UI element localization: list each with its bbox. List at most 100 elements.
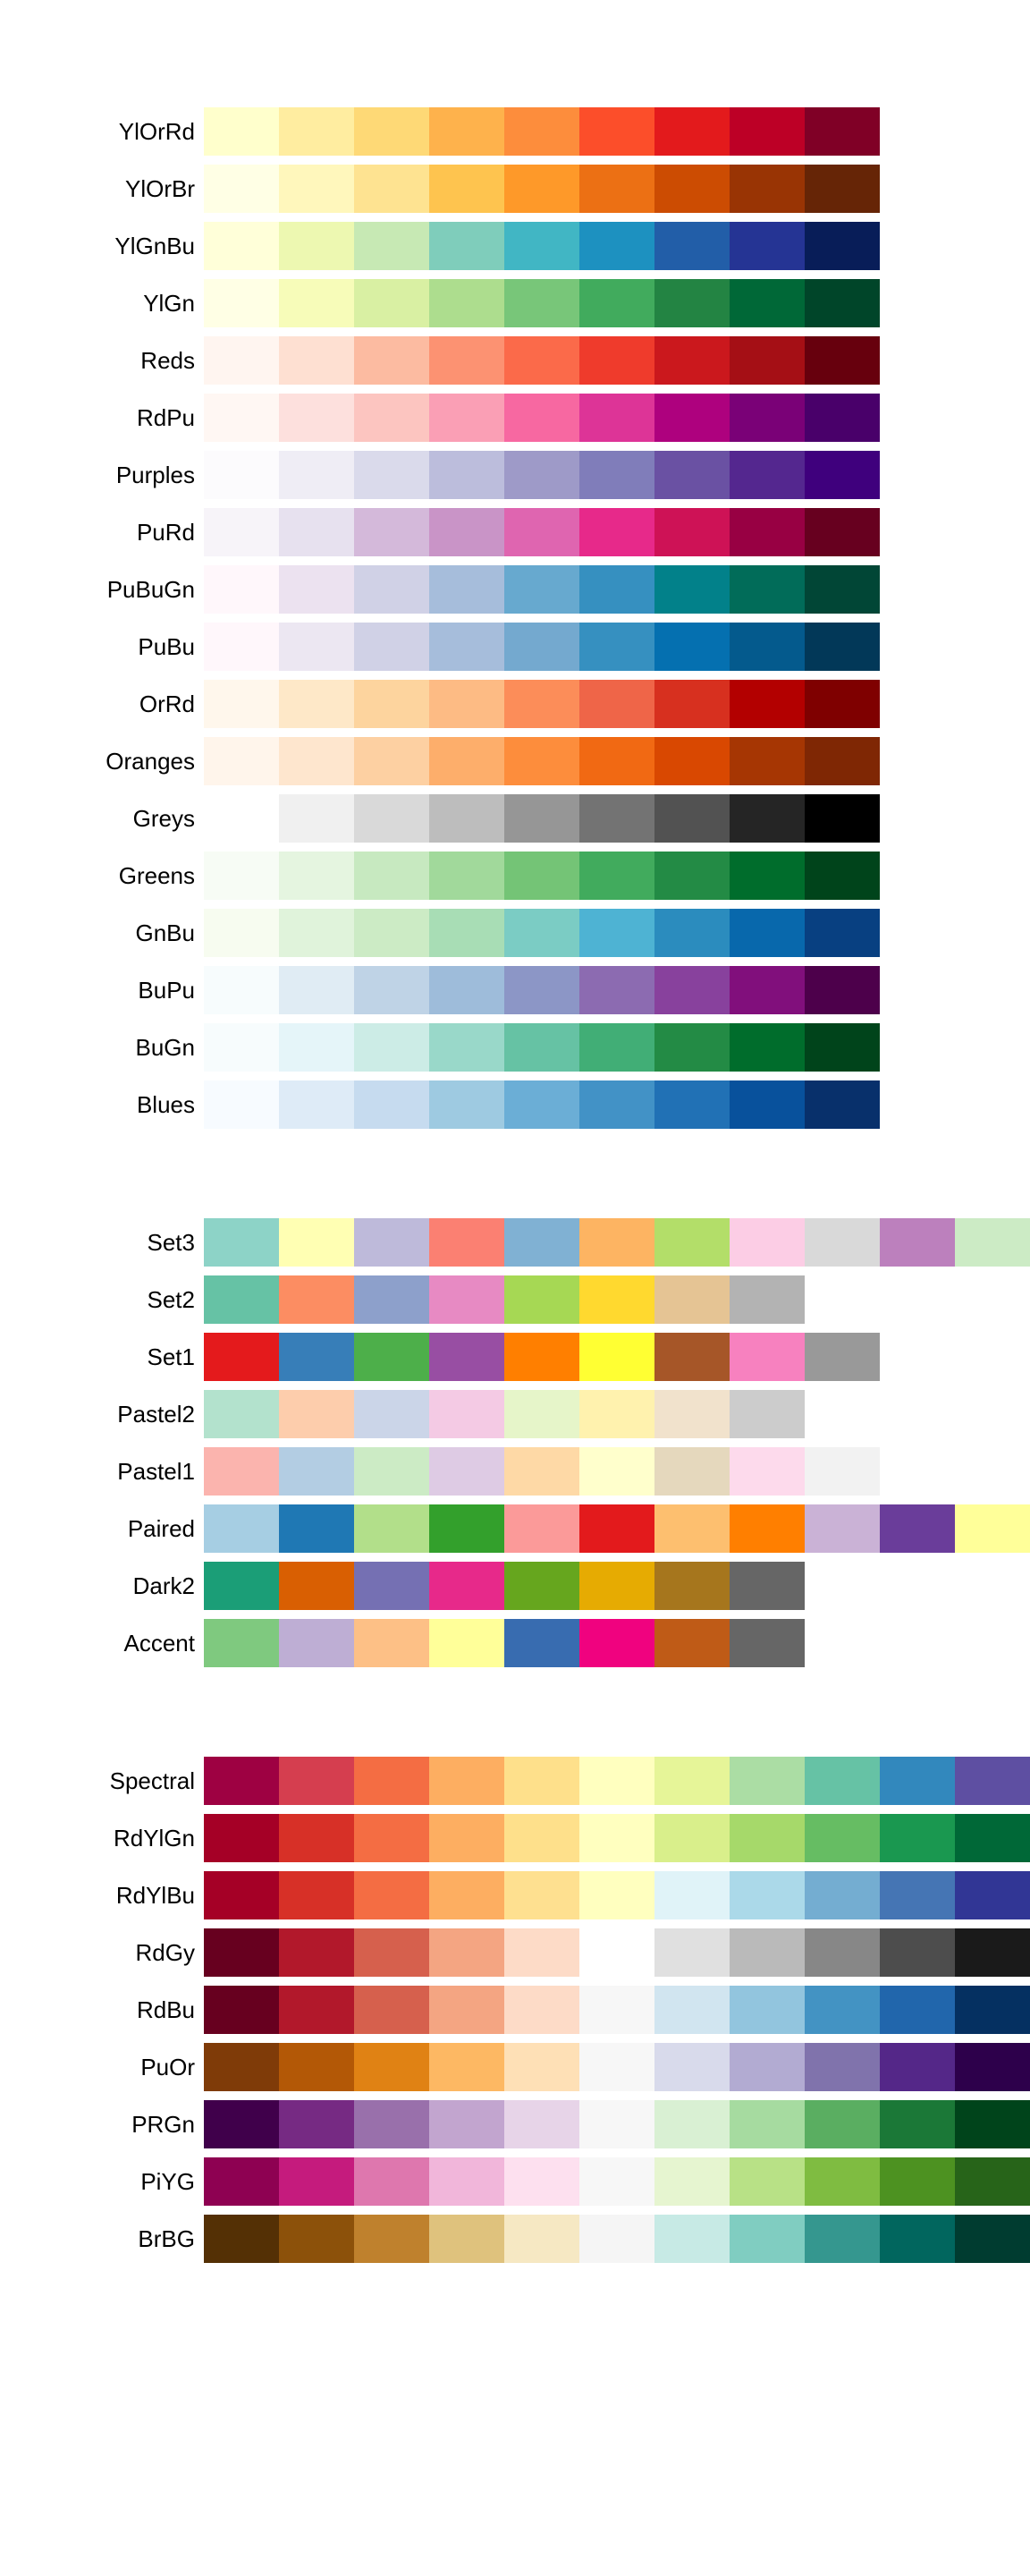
color-swatch [504,623,579,671]
palette-row: YlGnBu [54,222,976,270]
color-swatch [204,2043,279,2091]
color-swatch [354,1928,429,1977]
color-swatch [429,1871,504,1919]
color-swatch [654,1390,730,1438]
color-swatch [805,1986,880,2034]
color-swatch [805,2100,880,2148]
color-swatch [504,680,579,728]
color-swatch [279,2215,354,2263]
color-swatch [579,2100,654,2148]
palette-label: PuRd [54,519,204,547]
palette-label: YlOrBr [54,175,204,203]
palette-label: OrRd [54,691,204,718]
color-swatch [730,107,805,156]
color-swatch [805,1333,880,1381]
palette-row: Set1 [54,1333,976,1381]
color-swatch [730,909,805,957]
color-swatch [955,1986,1030,2034]
color-swatch [279,623,354,671]
color-swatch [730,1333,805,1381]
color-swatch [429,165,504,213]
color-swatch [279,451,354,499]
color-swatch [279,1504,354,1553]
palette-swatches [204,1218,1030,1267]
palette-swatches [204,909,880,957]
palette-row: Reds [54,336,976,385]
palette-swatches [204,1023,880,1072]
color-swatch [579,2043,654,2091]
color-swatch [579,1390,654,1438]
color-swatch [579,794,654,843]
palette-row: GnBu [54,909,976,957]
color-swatch [955,2100,1030,2148]
color-swatch [805,565,880,614]
color-swatch [429,1757,504,1805]
color-swatch [354,1619,429,1667]
color-swatch [654,1871,730,1919]
color-swatch [579,1333,654,1381]
color-swatch [354,1333,429,1381]
palette-row: PuBu [54,623,976,671]
color-swatch [204,222,279,270]
color-swatch [730,1275,805,1324]
color-swatch [579,966,654,1014]
palette-swatches [204,1275,805,1324]
palette-label: BuPu [54,977,204,1004]
color-swatch [955,1871,1030,1919]
color-swatch [279,966,354,1014]
color-swatch [730,336,805,385]
color-swatch [204,451,279,499]
color-swatch [429,1619,504,1667]
color-swatch [429,680,504,728]
color-swatch [354,1218,429,1267]
color-swatch [504,107,579,156]
color-swatch [279,2043,354,2091]
color-swatch [429,2100,504,2148]
color-swatch [354,737,429,785]
color-swatch [429,451,504,499]
palette-row: OrRd [54,680,976,728]
color-swatch [504,1080,579,1129]
color-swatch [279,852,354,900]
color-swatch [805,107,880,156]
color-swatch [504,1814,579,1862]
color-swatch [504,336,579,385]
color-swatch [955,2043,1030,2091]
palette-swatches [204,680,880,728]
palette-swatches [204,1504,1030,1553]
color-swatch [654,107,730,156]
palette-row: Pastel2 [54,1390,976,1438]
color-swatch [354,1562,429,1610]
color-swatch [204,1080,279,1129]
color-swatch [354,165,429,213]
palette-swatches [204,966,880,1014]
color-swatch [204,1562,279,1610]
color-swatch [579,1871,654,1919]
palette-swatches [204,1814,1030,1862]
color-swatch [429,1218,504,1267]
palette-swatches [204,1390,805,1438]
color-swatch [579,1275,654,1324]
color-swatch [805,222,880,270]
color-swatch [730,1619,805,1667]
palette-group-diverging: SpectralRdYlGnRdYlBuRdGyRdBuPuOrPRGnPiYG… [54,1757,976,2263]
color-swatch [354,2043,429,2091]
color-swatch [730,451,805,499]
color-swatch [579,1814,654,1862]
color-swatch [204,1986,279,2034]
color-swatch [204,394,279,442]
palette-row: Set2 [54,1275,976,1324]
color-swatch [805,623,880,671]
palette-label: YlOrRd [54,118,204,146]
color-swatch [654,680,730,728]
color-swatch [279,909,354,957]
palette-label: Spectral [54,1767,204,1795]
color-swatch [654,451,730,499]
color-swatch [429,565,504,614]
color-swatch [504,909,579,957]
color-swatch [654,1447,730,1496]
color-swatch [279,1447,354,1496]
palette-row: Accent [54,1619,976,1667]
color-swatch [429,2157,504,2206]
color-swatch [354,336,429,385]
